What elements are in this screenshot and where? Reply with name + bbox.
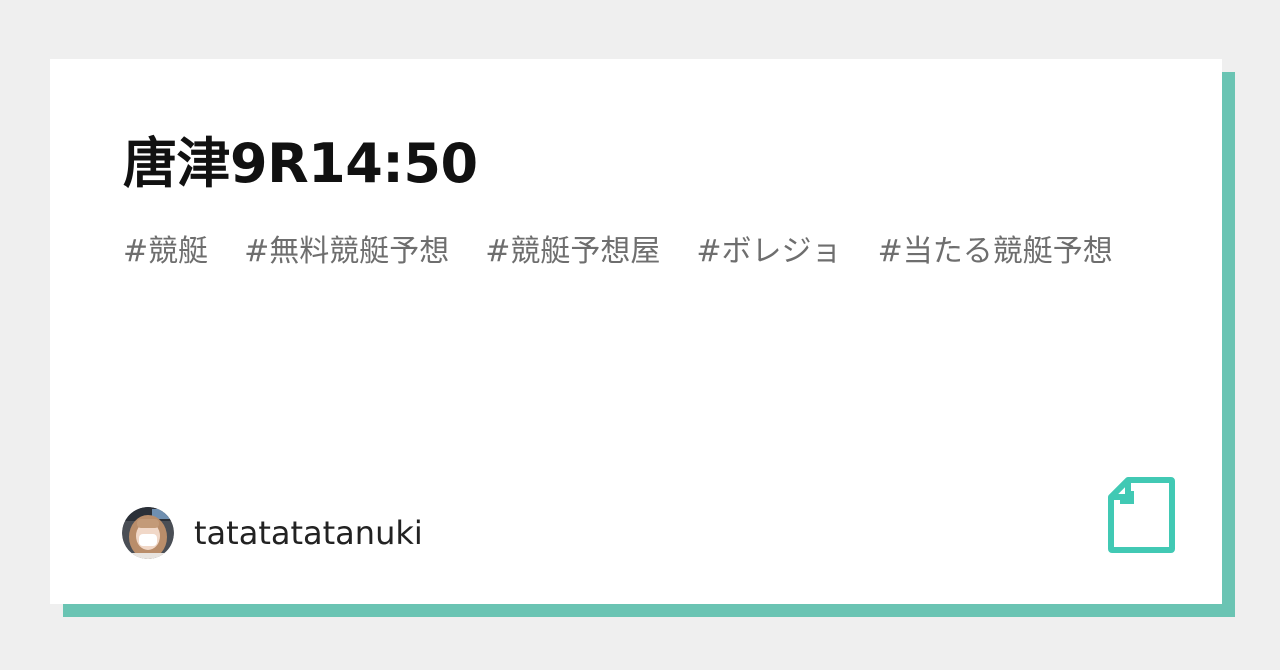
author-name[interactable]: tatatatatanuki — [194, 507, 423, 559]
user-avatar-icon — [122, 507, 174, 559]
hashtag[interactable]: #競艇 — [123, 231, 208, 273]
hashtag[interactable]: #当たる競艇予想 — [878, 231, 1113, 273]
hashtag[interactable]: #ボレジョ — [696, 231, 841, 273]
avatar[interactable] — [122, 507, 174, 559]
hashtag-list: #競艇 #無料競艇予想 #競艇予想屋 #ボレジョ #当たる競艇予想 — [123, 231, 1133, 273]
hashtag[interactable]: #競艇予想屋 — [485, 231, 660, 273]
hashtag[interactable]: #無料競艇予想 — [244, 231, 449, 273]
article-card[interactable]: 唐津9R14:50 #競艇 #無料競艇予想 #競艇予想屋 #ボレジョ #当たる競… — [50, 59, 1222, 604]
article-title: 唐津9R14:50 — [123, 132, 478, 195]
author-info[interactable]: tatatatatanuki — [122, 507, 423, 559]
note-document-icon — [1108, 477, 1175, 553]
